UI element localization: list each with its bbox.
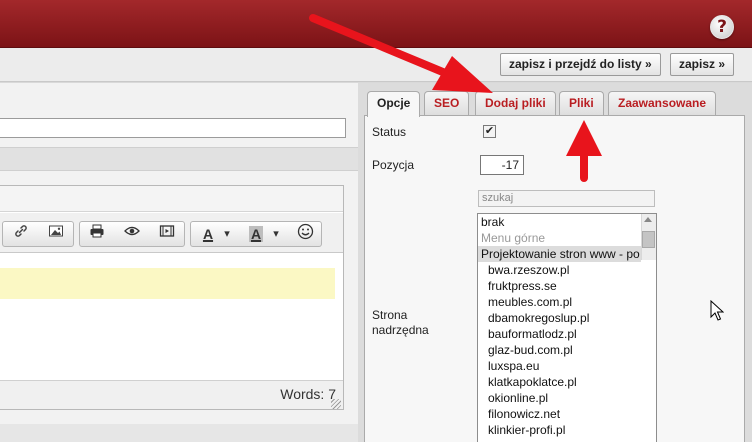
parent-option[interactable]: dbamokregoslup.pl xyxy=(488,310,589,326)
save-and-go-to-list-button[interactable]: zapisz i przejdź do listy » xyxy=(500,53,661,76)
title-input[interactable] xyxy=(0,118,346,138)
parent-option-selected[interactable]: Projektowanie stron www - po xyxy=(478,246,641,262)
image-icon[interactable] xyxy=(42,223,70,245)
resize-grip-icon[interactable] xyxy=(331,399,341,409)
parent-option[interactable]: luxspa.eu xyxy=(488,358,539,374)
tab-dodaj-pliki[interactable]: Dodaj pliki xyxy=(475,91,556,115)
parent-option[interactable]: bauformatlodz.pl xyxy=(488,326,577,342)
parent-option[interactable]: glaz-bud.com.pl xyxy=(488,342,573,358)
background-color-icon[interactable]: A xyxy=(245,223,267,245)
parent-label-line1: Strona xyxy=(372,308,408,322)
media-icon[interactable] xyxy=(153,223,181,245)
editor-highlighted-line[interactable] xyxy=(0,268,335,299)
parent-option[interactable]: meubles.com.pl xyxy=(488,294,572,310)
status-checkbox[interactable]: ✔ xyxy=(483,125,496,138)
parent-option[interactable]: okionline.pl xyxy=(488,390,548,406)
left-panel-footer xyxy=(0,424,358,442)
parent-option[interactable]: fruktpress.se xyxy=(488,278,557,294)
save-button[interactable]: zapisz » xyxy=(670,53,735,76)
text-color-icon[interactable]: A xyxy=(197,223,219,245)
parent-option[interactable]: klatkapoklatce.pl xyxy=(488,374,577,390)
mouse-pointer-icon xyxy=(710,300,724,321)
emoticon-icon[interactable] xyxy=(291,223,319,245)
header-bar xyxy=(0,0,752,48)
position-label: Pozycja xyxy=(372,158,415,172)
background-color-dropdown-icon[interactable]: ▾ xyxy=(268,223,284,245)
background-color-glyph: A xyxy=(248,226,264,242)
parent-option[interactable]: brak xyxy=(481,214,504,230)
tab-pliki[interactable]: Pliki xyxy=(559,91,604,115)
parent-option[interactable]: bwa.rzeszow.pl xyxy=(488,262,569,278)
section-bar xyxy=(0,147,358,171)
scroll-up-icon[interactable] xyxy=(644,217,652,222)
position-input[interactable]: -17 xyxy=(480,155,524,175)
editor-header xyxy=(0,186,343,212)
parent-search-input[interactable]: szukaj xyxy=(478,190,655,207)
print-icon[interactable] xyxy=(83,223,111,245)
text-color-dropdown-icon[interactable]: ▾ xyxy=(219,223,235,245)
help-icon[interactable]: ? xyxy=(710,15,734,39)
status-label: Status xyxy=(372,125,407,139)
tab-seo[interactable]: SEO xyxy=(424,91,470,115)
preview-icon[interactable] xyxy=(118,223,146,245)
tab-zaawansowane[interactable]: Zaawansowane xyxy=(608,91,717,115)
parent-option[interactable]: klinkier-profi.pl xyxy=(488,422,565,438)
parent-option[interactable]: Menu górne xyxy=(481,230,545,246)
tab-opcje[interactable]: Opcje xyxy=(367,91,421,117)
parent-label-line2: nadrzędna xyxy=(372,323,429,337)
scroll-thumb[interactable] xyxy=(642,231,655,248)
parent-option[interactable]: filonowicz.net xyxy=(488,406,560,422)
word-count: Words: 7 xyxy=(280,386,336,402)
link-icon[interactable] xyxy=(7,223,35,245)
